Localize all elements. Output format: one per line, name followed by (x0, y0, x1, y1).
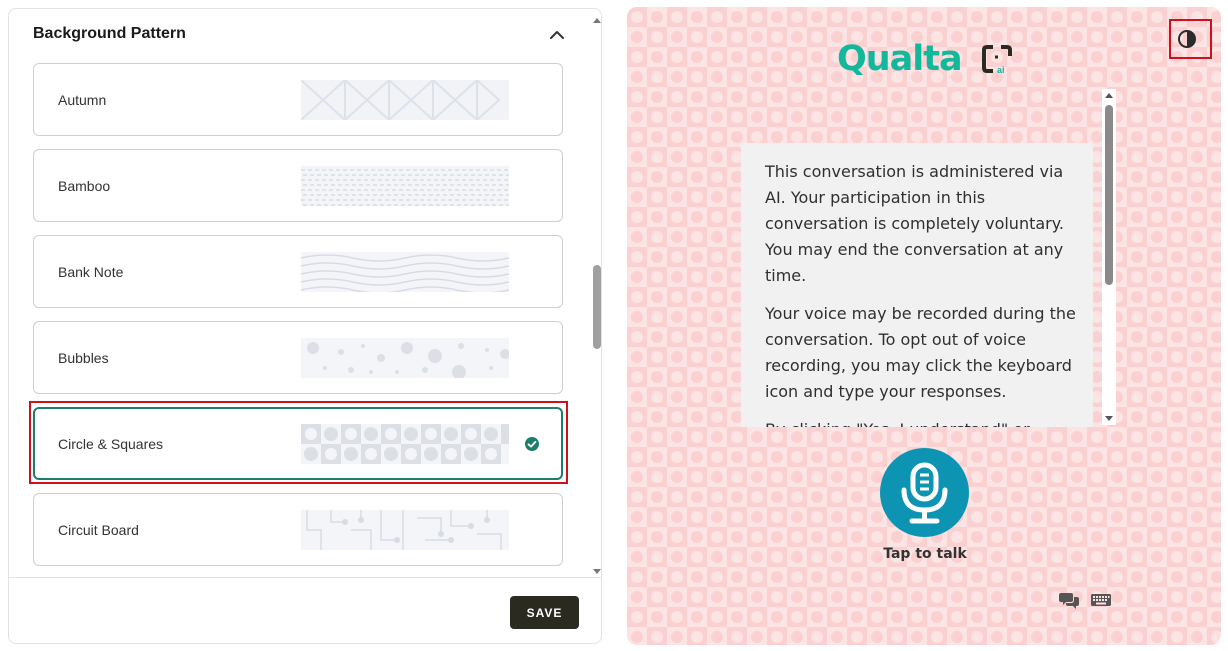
pattern-option-bubbles[interactable]: Bubbles (33, 321, 563, 394)
check-circle-icon (525, 437, 539, 451)
tap-to-talk-label: Tap to talk (883, 546, 967, 562)
pattern-label: Bank Note (58, 264, 124, 280)
chat-scroll-down-icon[interactable] (1104, 415, 1114, 423)
contrast-icon[interactable] (1172, 23, 1202, 53)
message-paragraph: This conversation is administered via AI… (765, 162, 1065, 285)
pattern-option-circle-squares[interactable]: Circle & Squares (33, 407, 563, 480)
message-paragraph: Your voice may be recorded during the co… (765, 304, 1076, 401)
chat-scroll-thumb[interactable] (1105, 105, 1113, 285)
microphone-button[interactable] (880, 448, 969, 537)
logo-ai-suffix: ai (997, 65, 1005, 75)
chat-preview: Qualta ai This conversation is administe… (627, 7, 1221, 645)
keyboard-icon[interactable] (1091, 592, 1111, 608)
message-bubble: This conversation is administered via AI… (741, 143, 1093, 427)
bubble-pattern-preview (301, 338, 509, 378)
save-button[interactable]: SAVE (510, 596, 579, 629)
scroll-up-arrow-icon[interactable] (591, 15, 602, 25)
wave-pattern-preview (301, 252, 509, 292)
dash-pattern-preview (301, 166, 509, 206)
circuit-pattern-preview (301, 510, 509, 550)
pattern-label: Circle & Squares (58, 436, 164, 452)
logo-text: Qualta (837, 39, 963, 79)
message-paragraph: By clicking "Yes, I understand" or conti… (765, 417, 1083, 427)
scroll-thumb[interactable] (593, 265, 601, 349)
pattern-option-autumn[interactable]: Autumn (33, 63, 563, 136)
pattern-list: Autumn Bamboo Bank Note Bubbles Circle &… (9, 63, 589, 577)
pattern-option-circuit-board[interactable]: Circuit Board (33, 493, 563, 566)
pattern-label: Autumn (58, 92, 107, 108)
chevron-pattern-preview (301, 80, 509, 120)
pattern-label: Circuit Board (58, 522, 139, 538)
panel-footer: SAVE (9, 577, 601, 643)
scroll-down-arrow-icon[interactable] (591, 567, 602, 577)
chevron-up-icon[interactable] (547, 25, 567, 45)
microphone-icon (901, 462, 948, 524)
chat-scrollbar[interactable] (1102, 89, 1116, 425)
pattern-option-bamboo[interactable]: Bamboo (33, 149, 563, 222)
pattern-label: Bamboo (58, 178, 111, 194)
chat-scroll-up-icon[interactable] (1104, 91, 1114, 99)
chat-bubbles-icon[interactable] (1059, 591, 1079, 609)
pattern-label: Bubbles (58, 350, 109, 366)
circle-square-pattern-preview (301, 424, 509, 464)
panel-title: Background Pattern (33, 25, 186, 42)
settings-panel: Background Pattern Autumn Bamboo Bank No… (8, 8, 602, 644)
message-text: This conversation is administered via AI… (765, 159, 1083, 427)
panel-header[interactable]: Background Pattern (9, 9, 601, 61)
pattern-option-bank-note[interactable]: Bank Note (33, 235, 563, 308)
panel-scrollbar[interactable] (591, 15, 602, 577)
